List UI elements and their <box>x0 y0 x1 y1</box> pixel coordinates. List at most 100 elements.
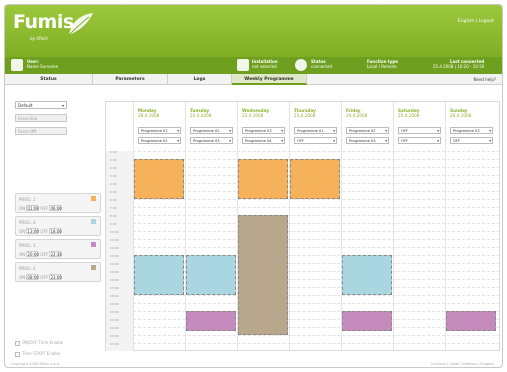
chevron-down-icon: ▾ <box>177 139 179 143</box>
hour-gridline <box>133 239 500 240</box>
time-start-enable-checkbox[interactable]: Time START Enable <box>15 351 60 357</box>
programme-select[interactable]: Programme 03 ▾ <box>242 127 285 134</box>
tab-logs[interactable]: Logs <box>168 74 232 85</box>
programme-select[interactable]: OFF ▾ <box>294 137 337 144</box>
program-times: ON 01:00OFF 06:00 <box>19 205 63 211</box>
on-label: ON <box>19 229 26 234</box>
schedule-block[interactable] <box>342 311 392 331</box>
off-time-input[interactable]: 22:30 <box>49 251 62 257</box>
hour-gridline <box>133 343 500 344</box>
schedule-block[interactable] <box>238 215 288 335</box>
on-off-time-enable-checkbox[interactable]: ON/OFF Time Enable <box>15 340 63 346</box>
programme-select[interactable]: Programme 03 ▾ <box>346 137 389 144</box>
off-label: OFF <box>40 206 49 211</box>
programme-select[interactable]: Programme 03 ▾ <box>190 137 233 144</box>
time-label: 21:00 <box>110 318 119 322</box>
programme-select[interactable]: OFF ▾ <box>398 137 441 144</box>
time-label: 15:00 <box>110 270 119 274</box>
user-value: Name Surname <box>27 64 59 69</box>
off-time-input[interactable]: 23:00 <box>49 274 62 280</box>
hour-gridline <box>133 207 500 208</box>
programme-select[interactable]: OFF ▾ <box>450 137 493 144</box>
day-header: Wednesday 22.4.2008 <box>242 108 269 118</box>
preset-value: Default <box>18 103 33 108</box>
programme-value: Programme 02 <box>141 139 168 143</box>
hour-gridline <box>133 223 500 224</box>
schedule-block[interactable] <box>134 255 184 295</box>
programme-select[interactable]: Programme 01 ▾ <box>294 127 337 134</box>
language-link[interactable]: English <box>458 19 474 24</box>
installation-info[interactable]: Installation not selected <box>252 59 278 69</box>
schedule-block[interactable] <box>238 159 288 199</box>
day-header: Monday 28.4.2008 <box>138 108 159 118</box>
day-date: 22.4.2008 <box>190 113 212 118</box>
schedule-block[interactable] <box>342 255 392 295</box>
hour-gridline <box>133 335 500 336</box>
program-label: PROG. 3 <box>19 243 36 248</box>
day-header: Thursday 23.4.2008 <box>294 108 316 118</box>
programme-value: Programme 03 <box>349 139 376 143</box>
installation-value: not selected <box>252 64 277 69</box>
programme-value: OFF <box>401 139 408 143</box>
programme-select[interactable]: Programme 02 ▾ <box>190 127 233 134</box>
chevron-down-icon: ▾ <box>281 129 283 133</box>
user-info: User: Name Surname <box>27 59 58 69</box>
time-label: 4:00 <box>110 182 117 186</box>
day-date: 26.4.2008 <box>450 113 472 118</box>
chevron-down-icon: ▾ <box>333 129 335 133</box>
on-time-input[interactable]: 20:00 <box>26 251 39 257</box>
force-eco-button[interactable]: Force Eco <box>15 114 67 122</box>
time-label: 3:00 <box>110 174 117 178</box>
programme-value: OFF <box>297 139 304 143</box>
program-color-swatch <box>91 265 96 270</box>
schedule-block[interactable] <box>446 311 496 331</box>
check-label: ON/OFF Time Enable <box>22 340 64 345</box>
tab-weekly-programme[interactable]: Weekly Programme <box>232 74 307 85</box>
program-label: PROG. 4 <box>19 266 36 271</box>
time-label: 12:00 <box>110 246 119 250</box>
off-time-input[interactable]: 06:00 <box>49 205 62 211</box>
programme-select[interactable]: Programme 02 ▾ <box>346 127 389 134</box>
on-time-input[interactable]: 13:00 <box>26 228 39 234</box>
tab-parameters[interactable]: Parameters <box>93 74 168 85</box>
schedule-block[interactable] <box>290 159 340 199</box>
on-time-input[interactable]: 08:00 <box>26 274 39 280</box>
header: Fumis by ATech English | Logout <box>5 5 502 57</box>
time-label: 24:00 <box>110 342 119 346</box>
force-off-button[interactable]: Force Off <box>15 127 67 135</box>
schedule-block[interactable] <box>186 311 236 331</box>
preset-select[interactable]: Default ▾ <box>15 101 67 109</box>
tab-status[interactable]: Status <box>5 74 93 85</box>
programme-select[interactable]: Programme 04 ▾ <box>242 137 285 144</box>
time-column: 0:00 1:00 2:00 3:00 4:00 5:00 6:00 7:00 8:00 9:00… <box>106 150 133 351</box>
off-time-input[interactable]: 18:00 <box>49 228 62 234</box>
programme-select[interactable]: Programme 03 ▾ <box>450 127 493 134</box>
program-color-swatch <box>91 242 96 247</box>
check-label: Time START Enable <box>22 351 61 356</box>
programme-select[interactable]: Programme 01 ▾ <box>138 127 181 134</box>
schedule-block[interactable] <box>186 255 236 295</box>
programme-select[interactable]: Programme 02 ▾ <box>138 137 181 144</box>
programme-select[interactable]: OFF ▾ <box>398 127 441 134</box>
hour-gridline <box>133 247 500 248</box>
program-times: ON 13:00OFF 18:00 <box>19 228 63 234</box>
program-color-swatch <box>91 196 96 201</box>
footer: Copyright 2008 ATech d.o.o. Contacts | L… <box>5 362 502 367</box>
program-card: PROG. 1 ON 01:00OFF 06:00 <box>15 193 101 213</box>
weekly-schedule-grid: 0:00 1:00 2:00 3:00 4:00 5:00 6:00 7:00 8:00 9:00… <box>105 101 500 351</box>
footer-links[interactable]: Contacts | Legal | Sitemap | Support <box>431 362 494 366</box>
on-time-input[interactable]: 01:00 <box>26 205 39 211</box>
need-help-link[interactable]: Need help? <box>474 74 497 85</box>
time-label: 18:00 <box>110 294 119 298</box>
off-label: OFF <box>40 252 49 257</box>
day-date: 25.4.2008 <box>398 113 420 118</box>
programme-value: Programme 03 <box>453 129 480 133</box>
hour-gridline <box>133 151 500 152</box>
day-date: 23.4.2008 <box>294 113 316 118</box>
day-date: 22.4.2008 <box>242 113 264 118</box>
installation-icon <box>237 59 249 71</box>
day-header: Friday 24.4.2008 <box>346 108 367 118</box>
schedule-block[interactable] <box>134 159 184 199</box>
time-label: 19:00 <box>110 302 119 306</box>
logout-link[interactable]: Logout <box>479 19 494 24</box>
